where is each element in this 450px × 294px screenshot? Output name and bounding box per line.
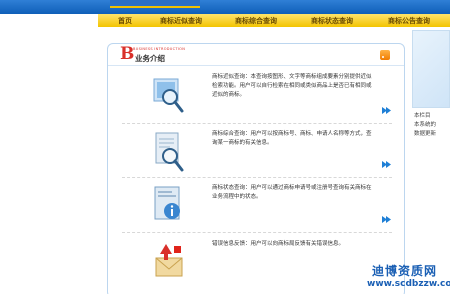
top-banner [0, 0, 450, 14]
panel-header: B BUSINESS INTRODUCTION 业务介绍 [108, 44, 404, 66]
list-item: 商标综合查询：用户可以按商标号、商标、申请人名称等方式，查询某一商标的有关信息。 [108, 130, 404, 185]
magnifier-picture-icon [148, 73, 188, 117]
row-description: 商标近似查询：本查询按图形、文字等商标组成要素分别提供近似检索功能。用户可以自行… [212, 74, 372, 98]
right-text-line: 本系统的 [414, 122, 437, 128]
right-text-line: 本栏目 [414, 113, 431, 119]
left-column [0, 14, 98, 294]
info-document-icon [148, 184, 188, 228]
divider [122, 177, 392, 178]
main-nav: 首页 商标近似查询 商标综合查询 商标状态查询 商标公告查询 [98, 14, 450, 27]
row-description: 商标综合查询：用户可以按商标号、商标、申请人名称等方式，查询某一商标的有关信息。 [212, 131, 372, 146]
nav-item-comprehensive-search[interactable]: 商标综合查询 [235, 16, 277, 26]
nav-item-similar-search[interactable]: 商标近似查询 [160, 16, 202, 26]
nav-item-home[interactable]: 首页 [118, 16, 132, 26]
logo-strip [110, 0, 200, 8]
arrow-right-icon[interactable] [382, 216, 391, 223]
right-text-line: 数据更新 [414, 131, 437, 137]
mail-notice-icon [148, 240, 188, 284]
row-description: 错误信息反馈：用户可以向商标局反馈有关错误信息。 [212, 241, 345, 247]
divider [122, 123, 392, 124]
nav-item-announcement-search[interactable]: 商标公告查询 [388, 16, 430, 26]
list-item: 商标近似查询：本查询按图形、文字等商标组成要素分别提供近似检索功能。用户可以自行… [108, 73, 404, 128]
arrow-right-icon[interactable] [382, 107, 391, 114]
arrow-right-icon[interactable] [382, 161, 391, 168]
nav-item-status-search[interactable]: 商标状态查询 [311, 16, 353, 26]
list-item: 商标状态查询：用户可以通过商标申请号或注册号查询有关商标在业务流程中的状态。 [108, 184, 404, 239]
magnifier-document-icon [148, 130, 188, 174]
header-english: BUSINESS INTRODUCTION [133, 47, 186, 51]
divider [122, 232, 392, 233]
right-banner-image [412, 30, 450, 108]
rss-icon[interactable] [380, 50, 390, 60]
list-item: 错误信息反馈：用户可以向商标局反馈有关错误信息。 [108, 240, 404, 294]
row-description: 商标状态查询：用户可以通过商标申请号或注册号查询有关商标在业务流程中的状态。 [212, 185, 372, 200]
panel-title: 业务介绍 [135, 54, 165, 63]
business-intro-panel: B BUSINESS INTRODUCTION 业务介绍 商标近似查询：本查询按… [107, 43, 405, 294]
right-sidebar: 本栏目 本系统的 数据更新 [412, 30, 450, 294]
watermark-name: 迪博资质网 [372, 264, 438, 278]
watermark-url: www.scdbzzw.com [367, 279, 450, 289]
